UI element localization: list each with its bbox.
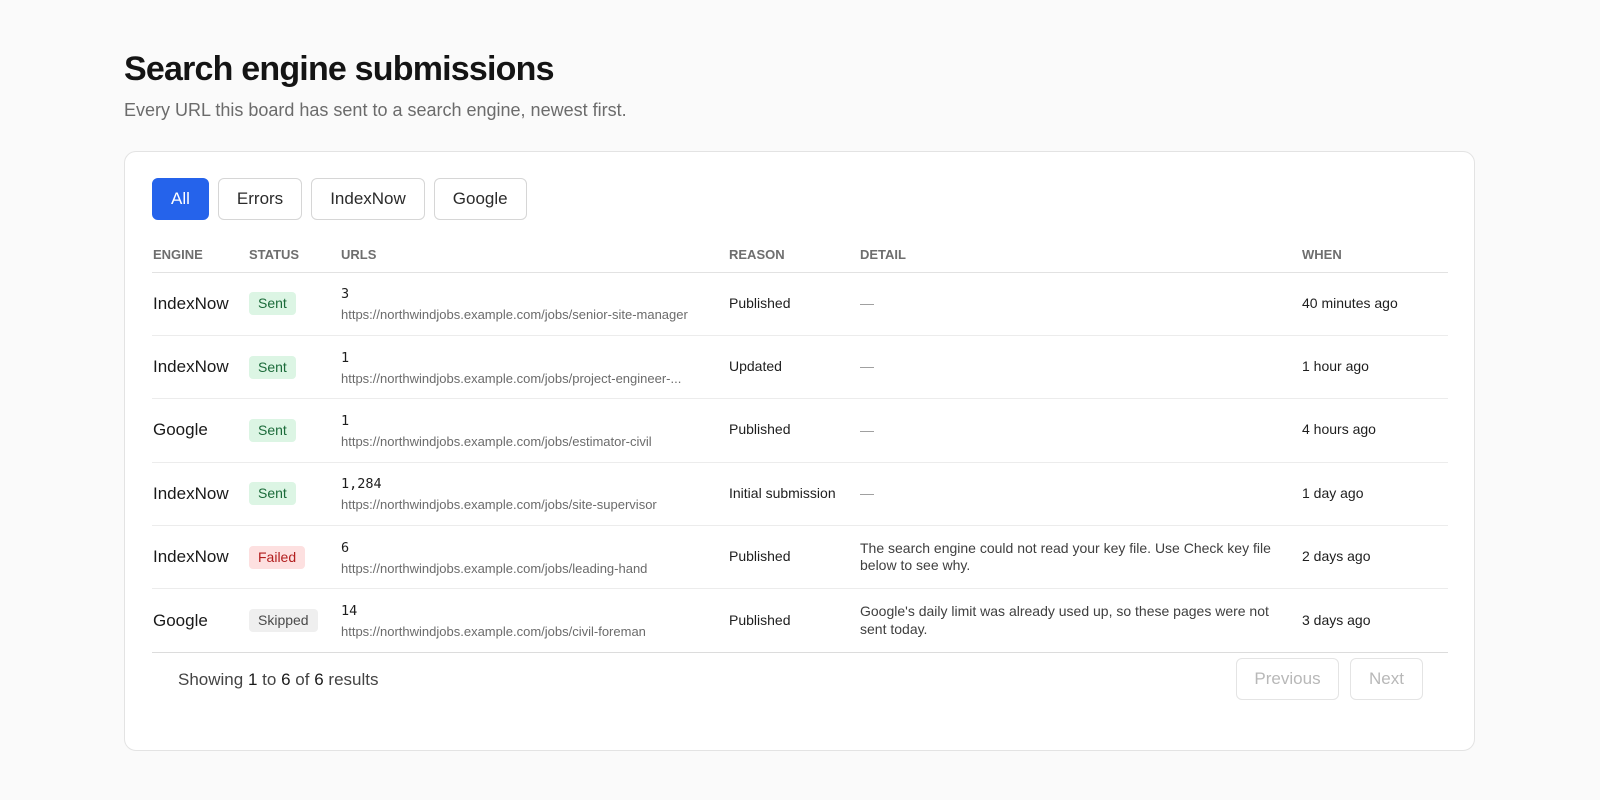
column-header-reason: Reason — [728, 238, 859, 273]
reason-cell: Published — [729, 294, 791, 311]
detail-cell: Google's daily limit was already used up… — [860, 603, 1269, 637]
status-badge: Sent — [249, 292, 296, 316]
column-header-status: Status — [248, 238, 340, 273]
filter-errors-button[interactable]: Errors — [217, 178, 303, 220]
range-to: 6 — [281, 670, 291, 689]
table-body: IndexNow Sent 3 https://northwindjobs.exa… — [152, 272, 1448, 653]
reason-cell: Updated — [729, 358, 782, 375]
filter-all-button[interactable]: All — [152, 178, 209, 220]
filter-bar: All Errors IndexNow Google — [152, 178, 527, 220]
url-count: 1 — [341, 349, 350, 366]
detail-cell: — — [860, 485, 874, 502]
when-cell: 3 days ago — [1302, 611, 1371, 628]
page-title: Search engine submissions — [124, 50, 555, 88]
submissions-card: All Errors IndexNow Google Engine Status… — [124, 151, 1475, 751]
reason-cell: Published — [729, 421, 791, 438]
column-header-engine: Engine — [152, 238, 248, 273]
engine-cell: Google — [153, 420, 208, 440]
page-subtitle: Every URL this board has sent to a searc… — [124, 100, 627, 120]
url-text: https://northwindjobs.example.com/jobs/l… — [341, 560, 648, 576]
url-text: https://northwindjobs.example.com/jobs/s… — [341, 497, 657, 513]
table-header-row: Engine Status URLs Reason Detail When — [152, 238, 1448, 273]
url-count: 14 — [341, 603, 358, 620]
next-page-button[interactable]: Next — [1350, 658, 1423, 700]
when-cell: 1 day ago — [1302, 484, 1364, 501]
detail-cell: The search engine could not read your ke… — [860, 539, 1271, 574]
table-row: IndexNow Failed 6 https://northwindjobs.e… — [152, 525, 1448, 590]
detail-cell: — — [860, 358, 874, 375]
url-count: 6 — [341, 539, 350, 556]
status-badge: Skipped — [249, 609, 318, 633]
engine-cell: IndexNow — [153, 293, 229, 313]
url-count: 1,284 — [341, 476, 382, 493]
when-cell: 2 days ago — [1302, 548, 1371, 565]
url-text: https://northwindjobs.example.com/jobs/s… — [341, 307, 688, 323]
submissions-table: Engine Status URLs Reason Detail When In… — [152, 238, 1448, 653]
range-from: 1 — [247, 670, 258, 689]
previous-page-button[interactable]: Previous — [1236, 658, 1339, 700]
results-word: results — [328, 670, 379, 689]
showing-prefix: Showing — [178, 670, 244, 689]
reason-cell: Published — [729, 611, 791, 628]
of-word: of — [295, 670, 310, 689]
status-badge: Failed — [249, 545, 306, 569]
url-text: https://northwindjobs.example.com/jobs/p… — [341, 370, 682, 386]
reason-cell: Published — [729, 548, 791, 565]
engine-cell: Google — [153, 610, 208, 630]
url-text: https://northwindjobs.example.com/jobs/e… — [341, 433, 652, 449]
table-row: Google Sent 1 https://northwindjobs.examp… — [152, 398, 1448, 463]
url-count: 1 — [341, 412, 350, 429]
to-word: to — [262, 670, 277, 689]
column-header-detail: Detail — [859, 238, 1301, 273]
table-row: IndexNow Sent 3 https://northwindjobs.exa… — [152, 272, 1448, 336]
when-cell: 4 hours ago — [1302, 421, 1376, 438]
column-header-urls: URLs — [340, 238, 728, 273]
reason-cell: Initial submission — [729, 484, 836, 501]
engine-cell: IndexNow — [153, 483, 229, 503]
detail-cell: — — [860, 421, 874, 438]
detail-cell: — — [860, 294, 874, 311]
engine-cell: IndexNow — [153, 357, 229, 377]
pagination-footer: Showing 1 to 6 of 6 results Previous Nex… — [178, 658, 1423, 700]
table-row: Google Skipped 14 https://northwindjobs.e… — [152, 588, 1448, 653]
table-row: IndexNow Sent 1,284 https://northwindjobs… — [152, 462, 1448, 527]
url-count: 3 — [341, 286, 350, 303]
results-summary: Showing 1 to 6 of 6 results — [178, 670, 378, 690]
table-row: IndexNow Sent 1 https://northwindjobs.exa… — [152, 335, 1448, 400]
page: Search engine submissions Every URL this… — [124, 48, 1476, 751]
status-badge: Sent — [249, 355, 296, 379]
status-badge: Sent — [249, 418, 296, 442]
results-total: 6 — [314, 670, 324, 689]
engine-cell: IndexNow — [153, 547, 229, 567]
pager: Previous Next — [1236, 658, 1423, 700]
when-cell: 40 minutes ago — [1302, 294, 1398, 311]
filter-google-button[interactable]: Google — [433, 178, 527, 220]
column-header-when: When — [1301, 238, 1448, 273]
status-badge: Sent — [249, 482, 296, 506]
url-text: https://northwindjobs.example.com/jobs/c… — [341, 624, 646, 640]
filter-indexnow-button[interactable]: IndexNow — [311, 178, 425, 220]
when-cell: 1 hour ago — [1302, 358, 1369, 375]
